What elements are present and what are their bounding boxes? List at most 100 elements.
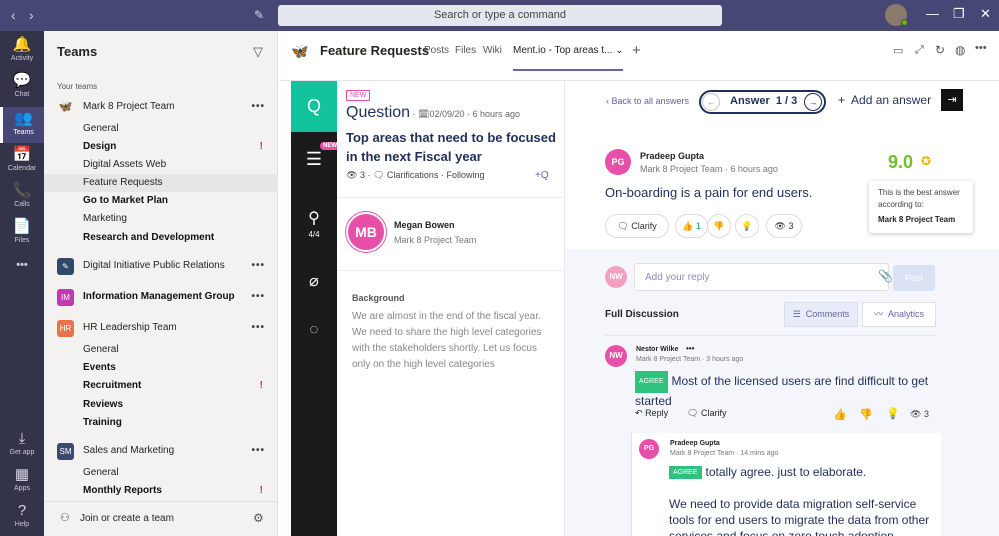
join-create-team-link[interactable]: Join or create a team [80, 513, 174, 524]
team-mark8[interactable]: 🦋 Mark 8 Project Team ••• [44, 98, 278, 116]
team-avatar-icon: IM [57, 289, 74, 306]
channel-monthly-reports[interactable]: Monthly Reports! [44, 482, 278, 500]
rail-teams[interactable]: 👥 Teams [0, 107, 44, 143]
add-answer-button[interactable]: + Add an answer [838, 93, 931, 107]
calendar-icon: 🗓 [418, 109, 430, 119]
rail-activity[interactable]: 🔔 Activity [0, 37, 44, 63]
channel-design[interactable]: Design! [44, 138, 278, 156]
idea-button[interactable]: 💡 [735, 214, 759, 238]
person-icon[interactable]: ⚲ [291, 208, 337, 228]
next-answer-button[interactable]: → [804, 93, 822, 111]
team-digital-initiative[interactable]: ✎ Digital Initiative Public Relations ••• [44, 257, 278, 275]
reply-input[interactable]: Add your reply 📎 [634, 263, 893, 291]
rail-files[interactable]: 📄 Files [0, 218, 44, 245]
settings-icon[interactable]: ⚙ [253, 511, 264, 525]
channel-general[interactable]: General [44, 464, 278, 482]
like-button[interactable]: 👍 1 [675, 214, 708, 238]
tab-mentio[interactable]: Ment.io - Top areas t... ⌄ [513, 45, 624, 71]
tab-posts[interactable]: Posts [424, 45, 449, 56]
alert-icon: ! [259, 485, 263, 496]
chat-icon: 💬 [12, 72, 32, 89]
rail-apps[interactable]: ▦ Apps [0, 467, 44, 493]
lightbulb-icon[interactable]: 💡 [886, 407, 900, 420]
mentio-side-strip: Q ☰ NEW ⚲ 4/4 ⌀ ◌ [291, 81, 340, 536]
alert-icon: ! [259, 141, 263, 152]
more-icon[interactable]: ••• [251, 257, 265, 275]
comment-meta: Mark 8 Project Team · 14 mins ago [670, 450, 779, 457]
forward-icon[interactable]: › [29, 7, 34, 23]
question-tab-icon[interactable]: Q [291, 81, 337, 132]
rail-chat[interactable]: 💬 Chat [0, 72, 44, 99]
discussion-title: Full Discussion [605, 309, 679, 320]
attachment-icon[interactable]: 📎 [878, 269, 893, 283]
file-icon: 📄 [12, 218, 32, 235]
add-clarification-icon[interactable]: +Q [535, 170, 549, 181]
team-hr-leadership[interactable]: HR HR Leadership Team ••• [44, 319, 278, 337]
question-panel: NEW Question · 🗓02/09/20 · 6 hours ago T… [337, 81, 565, 536]
team-avatar-icon: 🦋 [58, 101, 73, 113]
reply-button[interactable]: ↶ Reply [635, 408, 668, 419]
filter-icon[interactable]: ▽ [253, 44, 263, 60]
analytics-tab[interactable]: 〰 Analytics [862, 302, 936, 327]
globe-icon[interactable]: ◍ [955, 43, 965, 57]
back-to-answers-link[interactable]: ‹ Back to all answers [606, 96, 689, 106]
following-link[interactable]: Following [446, 170, 484, 180]
comment-author: Pradeep Gupta [670, 440, 720, 447]
tab-files[interactable]: Files [455, 45, 476, 56]
more-icon[interactable]: ••• [975, 42, 987, 54]
channel-general[interactable]: General [44, 120, 278, 138]
channel-research[interactable]: Research and Development [44, 229, 278, 247]
minimize-button[interactable]: — [926, 6, 939, 21]
maximize-button[interactable]: ❐ [953, 6, 965, 22]
tab-wiki[interactable]: Wiki [483, 45, 502, 56]
channel-digital-assets[interactable]: Digital Assets Web [44, 156, 278, 174]
channel-marketing[interactable]: Marketing [44, 210, 278, 228]
rail-get-app[interactable]: ⤓ Get app [0, 431, 44, 457]
answer-author-meta: Mark 8 Project Team · 6 hours ago [640, 164, 778, 174]
dislike-button[interactable]: 👎 [707, 214, 731, 238]
channel-events[interactable]: Events [44, 359, 278, 377]
presence-icon [901, 19, 908, 26]
discussion-icon[interactable]: ◌ [291, 321, 337, 338]
search-input[interactable]: Search or type a command [278, 5, 722, 26]
attachment-icon[interactable]: ⌀ [291, 271, 337, 291]
list-icon[interactable]: ☰ [291, 149, 337, 170]
clarify-button[interactable]: 🗨 Clarify [687, 408, 726, 419]
channel-feature-requests[interactable]: Feature Requests [44, 174, 278, 192]
compose-icon[interactable]: ✎ [254, 8, 264, 22]
back-icon[interactable]: ‹ [11, 7, 16, 23]
team-avatar-icon: SM [57, 443, 74, 460]
rail-more[interactable]: ••• [0, 259, 44, 271]
refresh-icon[interactable]: ↻ [935, 43, 945, 57]
channel-go-to-market[interactable]: Go to Market Plan [44, 192, 278, 210]
more-icon[interactable]: ••• [251, 288, 265, 306]
more-icon[interactable]: ••• [251, 442, 265, 460]
channel-general[interactable]: General [44, 341, 278, 359]
rail-calls[interactable]: 📞 Calls [0, 182, 44, 209]
phone-icon: 📞 [12, 182, 32, 199]
team-sales-marketing[interactable]: SM Sales and Marketing ••• [44, 442, 278, 460]
add-tab-icon[interactable]: + [632, 42, 641, 59]
close-button[interactable]: ✕ [980, 6, 991, 22]
channel-recruitment[interactable]: Recruitment! [44, 377, 278, 395]
comment-author: Nestor Wilke ••• [636, 344, 695, 353]
team-info-mgmt[interactable]: IM Information Management Group ••• [44, 288, 278, 306]
conversation-icon[interactable]: ▭ [893, 44, 903, 57]
channel-training[interactable]: Training [44, 414, 278, 432]
answer-text: On-boarding is a pain for end users. [605, 185, 813, 200]
rail-calendar[interactable]: 📅 Calendar [0, 147, 44, 173]
comments-tab[interactable]: ☰ Comments [784, 302, 858, 327]
exit-icon[interactable]: ⇥ [941, 89, 963, 111]
more-icon[interactable]: ••• [686, 344, 694, 353]
agree-badge: AGREE [635, 371, 668, 393]
more-icon[interactable]: ••• [251, 319, 265, 337]
channel-reviews[interactable]: Reviews [44, 396, 278, 414]
more-icon[interactable]: ••• [251, 98, 265, 116]
post-button[interactable]: Post [893, 265, 935, 291]
rail-help[interactable]: ? Help [0, 503, 44, 529]
prev-answer-button[interactable]: ← [702, 93, 720, 111]
thumbs-down-icon[interactable]: 👎 [859, 408, 873, 421]
thumbs-up-icon[interactable]: 👍 [833, 408, 847, 421]
clarify-button[interactable]: 🗨 Clarify [605, 214, 669, 238]
expand-icon[interactable]: ⤢ [915, 44, 924, 57]
